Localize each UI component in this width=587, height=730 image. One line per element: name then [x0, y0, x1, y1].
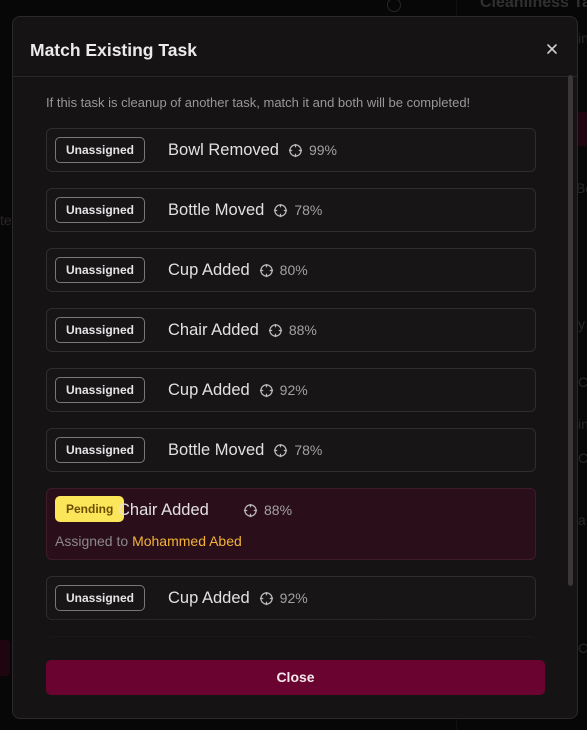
task-name: Bottle Moved — [168, 440, 265, 459]
assigned-prefix: Assigned to — [55, 533, 129, 549]
crosshair-icon — [243, 503, 258, 517]
assignee-name: Mohammed Abed — [132, 533, 242, 549]
crosshair-icon — [259, 591, 273, 605]
match-task-dialog: Match Existing Task If this task is clea… — [12, 16, 578, 719]
task-name: Cup Added — [168, 380, 250, 399]
task-name: Cup Added — [168, 588, 250, 607]
confidence-value: 80% — [279, 262, 308, 278]
status-badge: Unassigned — [55, 257, 146, 283]
task-name: Bottle Moved — [168, 200, 265, 219]
crosshair-icon — [274, 443, 288, 457]
confidence: 88% — [243, 502, 292, 518]
task-name: Chair Added — [118, 501, 209, 519]
task-list: Unassigned Bowl Removed 99% Unassigned B… — [46, 128, 536, 643]
confidence-value: 88% — [288, 322, 317, 338]
task-scroll-area[interactable]: If this task is cleanup of another task,… — [13, 78, 577, 643]
dialog-header: Match Existing Task — [13, 17, 577, 77]
close-button[interactable]: Close — [46, 660, 545, 695]
close-icon[interactable] — [544, 41, 560, 57]
task-card[interactable]: Unassigned Cup Added 80% — [46, 248, 536, 292]
status-badge: Unassigned — [55, 137, 146, 163]
task-name: Bowl Removed — [168, 140, 279, 159]
crosshair-icon — [268, 323, 282, 337]
status-badge: Unassigned — [55, 585, 146, 611]
task-name: Chair Added — [168, 320, 259, 339]
confidence: 88% — [268, 322, 317, 338]
crosshair-icon — [274, 203, 288, 217]
confidence: 80% — [259, 262, 308, 278]
task-card[interactable]: Unassigned Cup Added 92% — [46, 368, 536, 412]
status-badge: Unassigned — [55, 197, 146, 223]
confidence-value: 99% — [308, 142, 338, 158]
task-card[interactable]: Unassigned Chair Added 88% — [46, 308, 536, 352]
task-card[interactable]: Unassigned Bottle Moved 78% — [46, 188, 536, 232]
confidence-value: 78% — [294, 202, 323, 218]
scrollbar[interactable] — [568, 75, 573, 586]
scroll-fade — [13, 613, 577, 643]
intro-text: If this task is cleanup of another task,… — [46, 95, 471, 110]
crosshair-icon — [259, 263, 273, 277]
task-card[interactable]: Unassigned Bowl Removed 99% — [46, 128, 536, 172]
status-badge: Unassigned — [55, 317, 146, 343]
confidence: 92% — [259, 590, 308, 606]
confidence: 99% — [288, 142, 337, 158]
confidence-value: 78% — [294, 442, 323, 458]
status-badge: Unassigned — [55, 377, 146, 403]
confidence-value: 92% — [279, 382, 308, 398]
confidence-value: 92% — [279, 590, 308, 606]
confidence-value: 88% — [264, 502, 293, 518]
confidence: 92% — [259, 382, 308, 398]
status-badge: Unassigned — [55, 437, 146, 463]
confidence: 78% — [273, 202, 322, 218]
crosshair-icon — [288, 143, 303, 157]
task-card[interactable]: Unassigned Bottle Moved 78% — [46, 428, 536, 472]
task-name: Cup Added — [168, 260, 250, 279]
assigned-line: Assigned to Mohammed Abed — [55, 533, 242, 549]
crosshair-icon — [259, 383, 273, 397]
status-badge-pending: Pending — [55, 496, 125, 522]
dialog-title: Match Existing Task — [30, 40, 197, 60]
confidence: 78% — [273, 442, 322, 458]
task-card-pending[interactable]: Pending Chair Added 88% Assigned to Moha… — [46, 488, 536, 560]
